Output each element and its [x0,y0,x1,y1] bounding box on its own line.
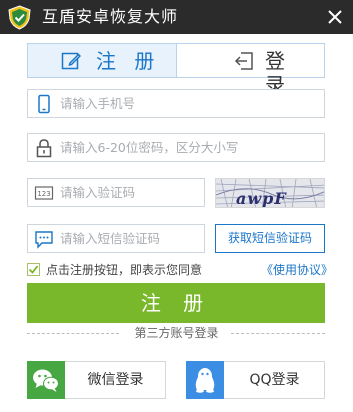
tab-register-label: 注 册 [96,49,161,73]
qq-login-label: QQ登录 [249,372,300,388]
shield-logo-icon [8,5,31,30]
wechat-icon [27,361,65,399]
captcha-input[interactable] [60,182,195,203]
wechat-login-button[interactable]: 微信登录 [27,361,166,399]
phone-input[interactable] [60,93,310,114]
divider-line-right [231,333,325,334]
tab-register[interactable]: 注 册 [28,44,177,77]
wechat-login-label: 微信登录 [87,372,144,388]
lock-icon [36,139,52,158]
captcha-field: 123 [27,178,205,207]
agree-text: 点击注册按钮，即表示您同意 [46,263,203,277]
auth-tabs: 注 册 登 录 [27,43,325,97]
qq-login-button[interactable]: QQ登录 [186,361,325,399]
qq-penguin-icon [186,361,224,399]
agree-checkbox[interactable] [27,263,40,276]
app-title: 互盾安卓恢复大师 [42,7,179,26]
check-icon [28,265,39,274]
close-icon[interactable] [326,8,344,26]
password-field [27,133,325,162]
sms-code-field [27,224,205,253]
captcha-code: awpF [236,189,287,208]
register-button[interactable]: 注 册 [27,283,325,323]
tab-login[interactable]: 登 录 [177,44,324,97]
message-icon [35,231,53,249]
captcha-code-icon: 123 [34,186,54,200]
phone-field [27,89,325,118]
edit-icon [61,52,81,70]
captcha-image[interactable]: awpF [215,178,325,208]
svg-text:123: 123 [37,190,50,198]
title-bar: 互盾安卓恢复大师 [0,0,353,34]
terms-link[interactable]: 《使用协议》 [261,261,333,279]
get-sms-code-button[interactable]: 获取短信验证码 [215,224,325,253]
phone-icon [38,94,50,114]
password-input[interactable] [60,137,310,158]
login-icon [234,52,253,70]
sms-code-input[interactable] [60,228,195,249]
